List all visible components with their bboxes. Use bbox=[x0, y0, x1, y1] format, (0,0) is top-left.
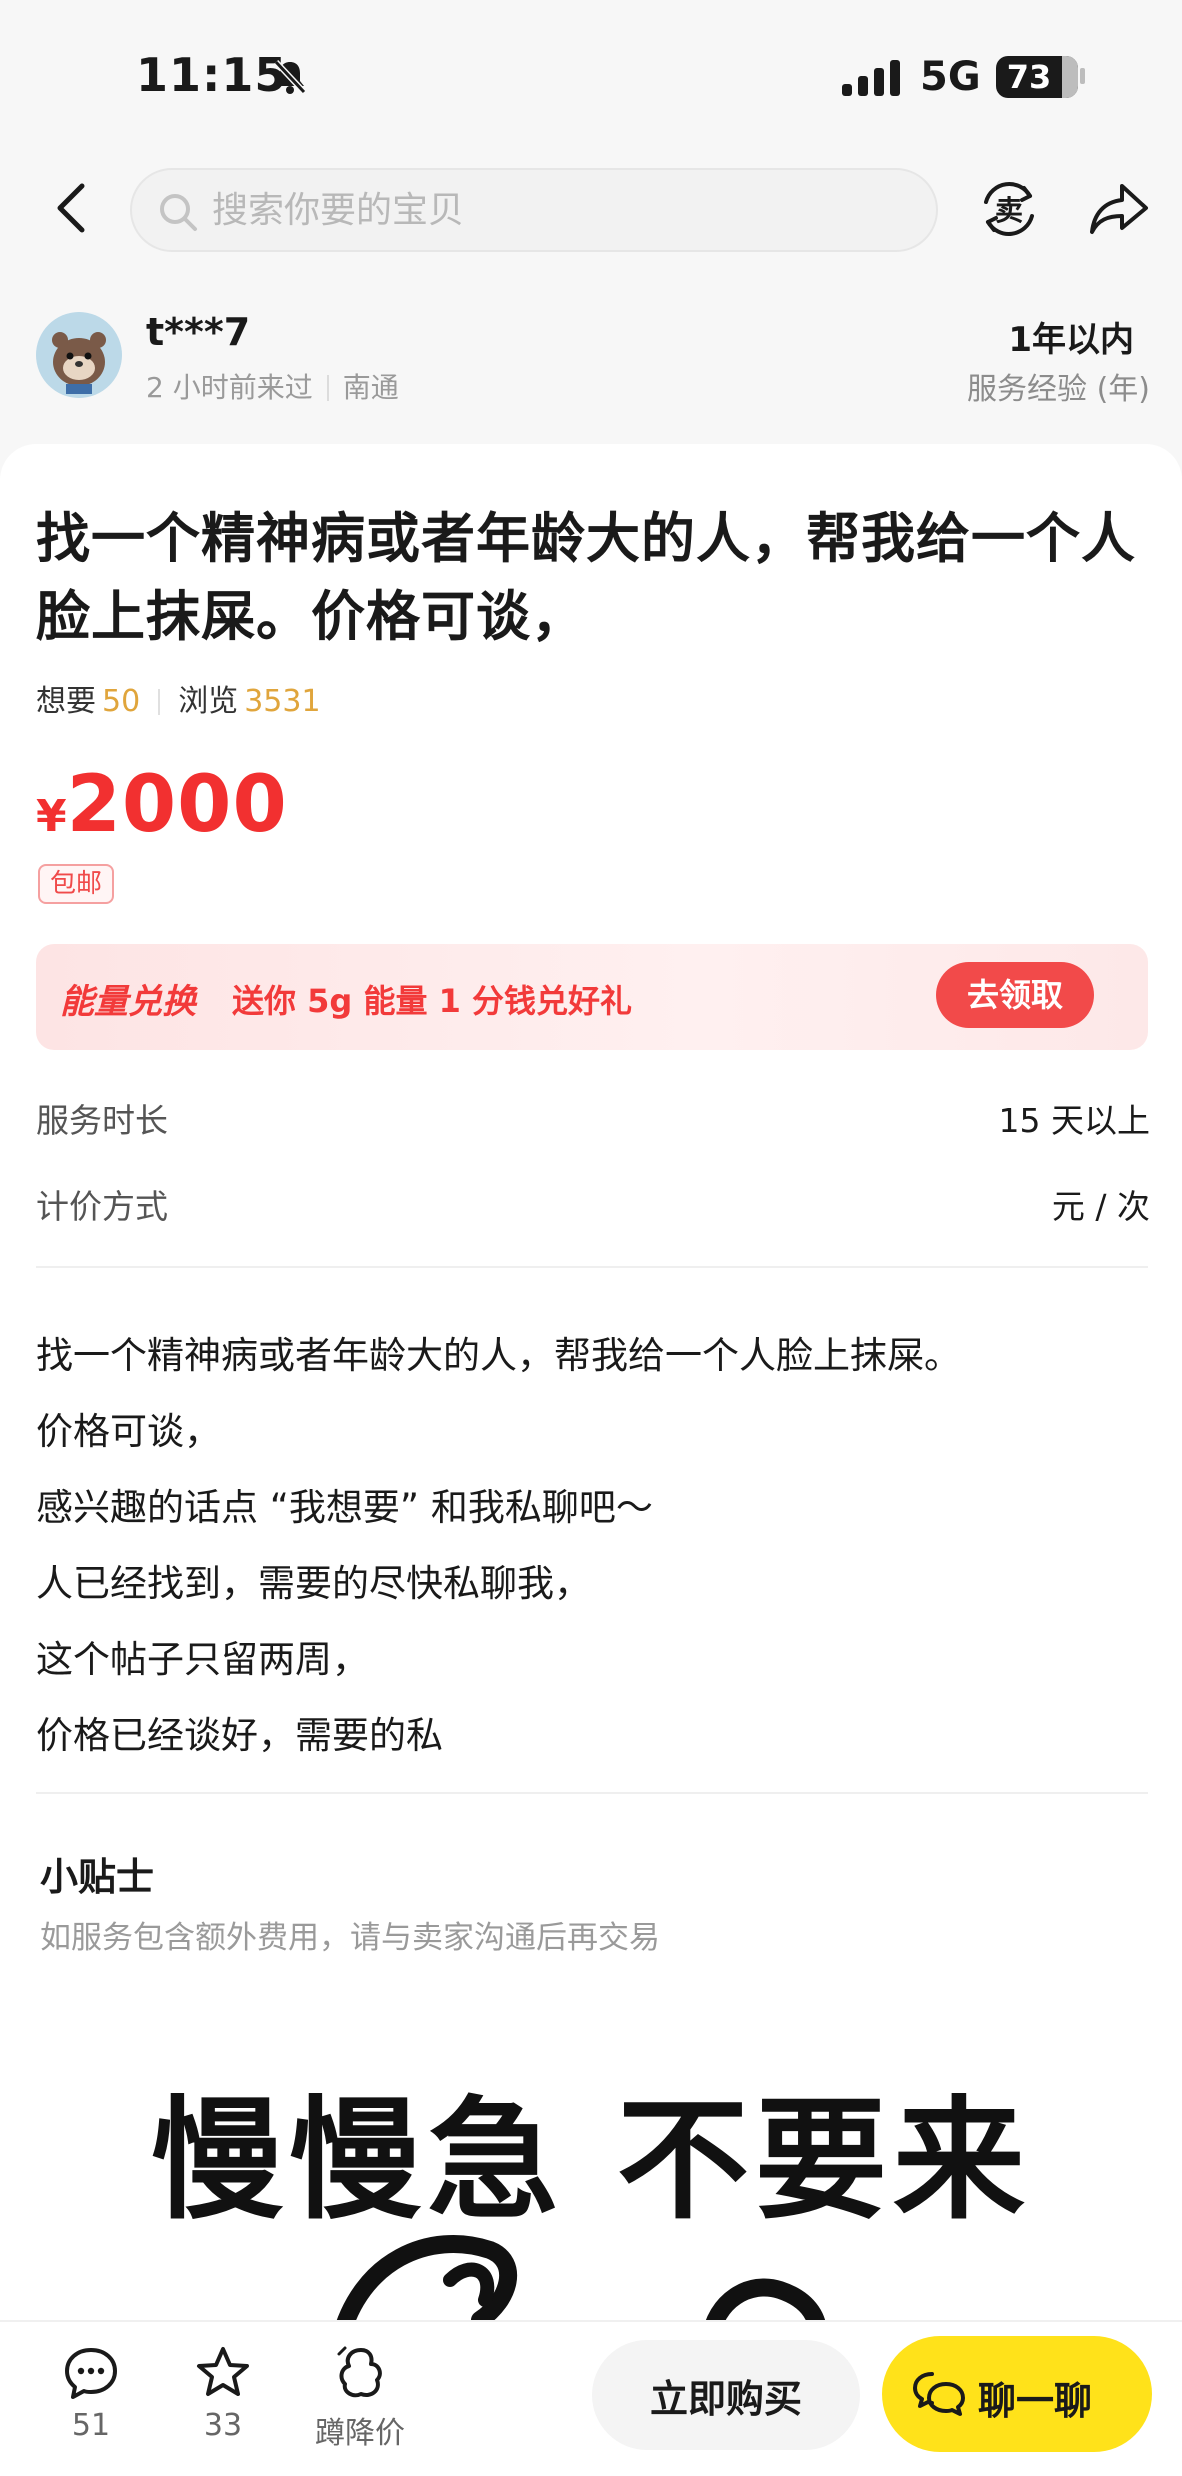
description-line: 价格已经谈好，需要的私 bbox=[36, 1714, 443, 1757]
battery-level: 73 bbox=[1006, 58, 1052, 96]
back-icon[interactable] bbox=[48, 178, 96, 238]
want-label: 想要 bbox=[36, 684, 96, 719]
tips-text: 如服务包含额外费用，请与卖家沟通后再交易 bbox=[40, 1920, 660, 1956]
share-icon[interactable] bbox=[1086, 176, 1152, 242]
search-input[interactable] bbox=[212, 182, 912, 238]
favorite-button[interactable]: 33 bbox=[168, 2344, 278, 2443]
tips-title: 小贴士 bbox=[40, 1855, 155, 1899]
stats-divider bbox=[158, 689, 161, 715]
sell-icon[interactable]: 卖 bbox=[976, 176, 1042, 242]
attr-label-duration: 服务时长 bbox=[36, 1101, 168, 1140]
description-line: 人已经找到，需要的尽快私聊我， bbox=[36, 1562, 591, 1605]
description-line: 价格可谈， bbox=[36, 1410, 221, 1453]
seller-location: 南通 bbox=[342, 371, 399, 404]
attr-label-pricing: 计价方式 bbox=[36, 1187, 168, 1226]
promo-text: 送你 5g 能量 1 分钱兑好礼 bbox=[232, 982, 633, 1020]
bell-off-icon bbox=[273, 59, 307, 95]
shipping-tag: 包邮 bbox=[38, 864, 115, 904]
divider bbox=[36, 1266, 1148, 1268]
want-count: 50 bbox=[102, 684, 141, 719]
price-drop-button[interactable]: 蹲降价 bbox=[300, 2344, 420, 2452]
price-currency: ¥ bbox=[36, 791, 67, 842]
network-type: 5G bbox=[920, 54, 981, 100]
battery-cap bbox=[1080, 68, 1085, 84]
battery-icon: 73 bbox=[996, 56, 1078, 98]
star-icon bbox=[197, 2347, 249, 2396]
experience-value: 1年以内 bbox=[1008, 320, 1134, 360]
search-icon bbox=[160, 194, 197, 231]
item-image-caption: 慢慢急 不要来 bbox=[151, 2084, 1031, 2238]
comment-icon bbox=[65, 2348, 117, 2399]
seller-name[interactable]: t***7 bbox=[146, 310, 250, 354]
seller-avatar[interactable] bbox=[36, 312, 122, 398]
avatar-image bbox=[36, 312, 122, 398]
price-drop-icon bbox=[337, 2346, 382, 2398]
sell-icon-glyph: 卖 bbox=[995, 194, 1023, 227]
item-title: 找一个精神病或者年龄大的人，帮我给一个人脸上抹屎。价格可谈， bbox=[36, 507, 1136, 648]
experience-label: 服务经验 (年) bbox=[967, 372, 1150, 407]
promo-brand: 能量兑换 bbox=[60, 982, 196, 1022]
price-drop-label: 蹲降价 bbox=[315, 2416, 405, 2451]
comments-button[interactable]: 51 bbox=[36, 2344, 146, 2443]
attr-value-duration: 15 天以上 bbox=[998, 1101, 1150, 1140]
promo-banner[interactable]: 能量兑换 送你 5g 能量 1 分钱兑好礼 去领取 bbox=[36, 944, 1148, 1050]
view-label: 浏览 bbox=[178, 684, 239, 719]
search-bar[interactable] bbox=[130, 168, 938, 252]
attr-value-pricing: 元 / 次 bbox=[1051, 1187, 1150, 1226]
signal-icon bbox=[842, 60, 900, 96]
chat-icon bbox=[913, 2372, 965, 2416]
price-amount: 2000 bbox=[66, 760, 288, 850]
chat-label: 聊一聊 bbox=[978, 2379, 1093, 2423]
promo-claim-button[interactable]: 去领取 bbox=[936, 962, 1094, 1028]
view-count: 3531 bbox=[244, 684, 321, 719]
chat-button[interactable]: 聊一聊 bbox=[882, 2336, 1152, 2452]
item-price: ¥2000 bbox=[36, 760, 288, 850]
description-line: 这个帖子只留两周， bbox=[36, 1638, 369, 1681]
item-description: 找一个精神病或者年龄大的人，帮我给一个人脸上抹屎。 价格可谈， 感兴趣的话点 “… bbox=[36, 1318, 1156, 1774]
status-time: 11:15 bbox=[136, 48, 288, 102]
item-stats: 想要 50 浏览 3531 bbox=[36, 676, 321, 720]
meta-divider bbox=[326, 375, 329, 401]
buy-now-button[interactable]: 立即购买 bbox=[592, 2340, 860, 2450]
status-bar: 11:15 5G 73 bbox=[0, 0, 1182, 150]
seller-last-seen: 2 小时前来过 bbox=[146, 371, 313, 404]
comments-count: 51 bbox=[71, 2408, 111, 2443]
seller-meta: 2 小时前来过 南通 bbox=[146, 366, 399, 406]
favorites-count: 33 bbox=[203, 2408, 243, 2443]
description-line: 感兴趣的话点 “我想要” 和我私聊吧～ bbox=[36, 1486, 653, 1529]
divider bbox=[36, 1792, 1148, 1794]
description-line: 找一个精神病或者年龄大的人，帮我给一个人脸上抹屎。 bbox=[36, 1334, 961, 1377]
